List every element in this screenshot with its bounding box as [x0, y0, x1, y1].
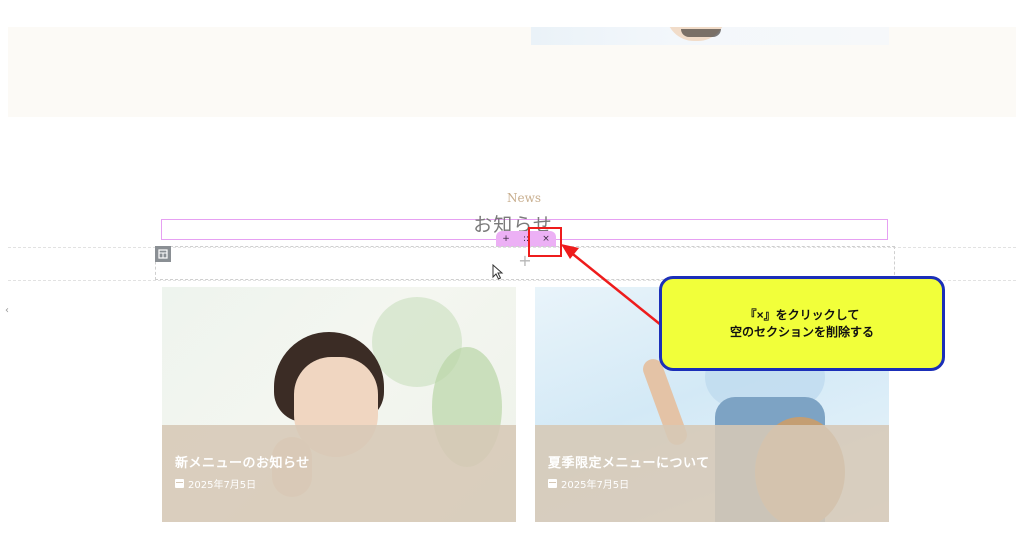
callout-line-1: 『×』をクリックして [744, 307, 860, 322]
calendar-icon [548, 479, 557, 488]
callout-line-2: 空のセクションを削除する [729, 324, 874, 339]
annotation-callout: 『×』をクリックして 空のセクションを削除する [659, 276, 945, 371]
card-title[interactable]: 新メニューのお知らせ [175, 452, 310, 471]
carousel-prev-icon[interactable]: ‹ [5, 305, 9, 316]
card-date: 2025年7月5日 [175, 476, 256, 491]
card-overlay [162, 425, 516, 522]
section-eyebrow: News [506, 191, 542, 205]
news-card[interactable]: 新メニューのお知らせ 2025年7月5日 [162, 287, 516, 522]
annotation-arrow [561, 244, 662, 326]
card-overlay [535, 425, 889, 522]
card-date-text: 2025年7月5日 [561, 480, 630, 491]
column-layout-icon[interactable] [155, 246, 171, 262]
card-date-text: 2025年7月5日 [188, 480, 257, 491]
hero-image [531, 27, 889, 45]
card-title[interactable]: 夏季限定メニューについて [548, 452, 710, 471]
card-date: 2025年7月5日 [548, 476, 629, 491]
mouse-pointer-icon [492, 264, 504, 280]
calendar-icon [175, 479, 184, 488]
add-section-button[interactable]: + [498, 231, 514, 247]
